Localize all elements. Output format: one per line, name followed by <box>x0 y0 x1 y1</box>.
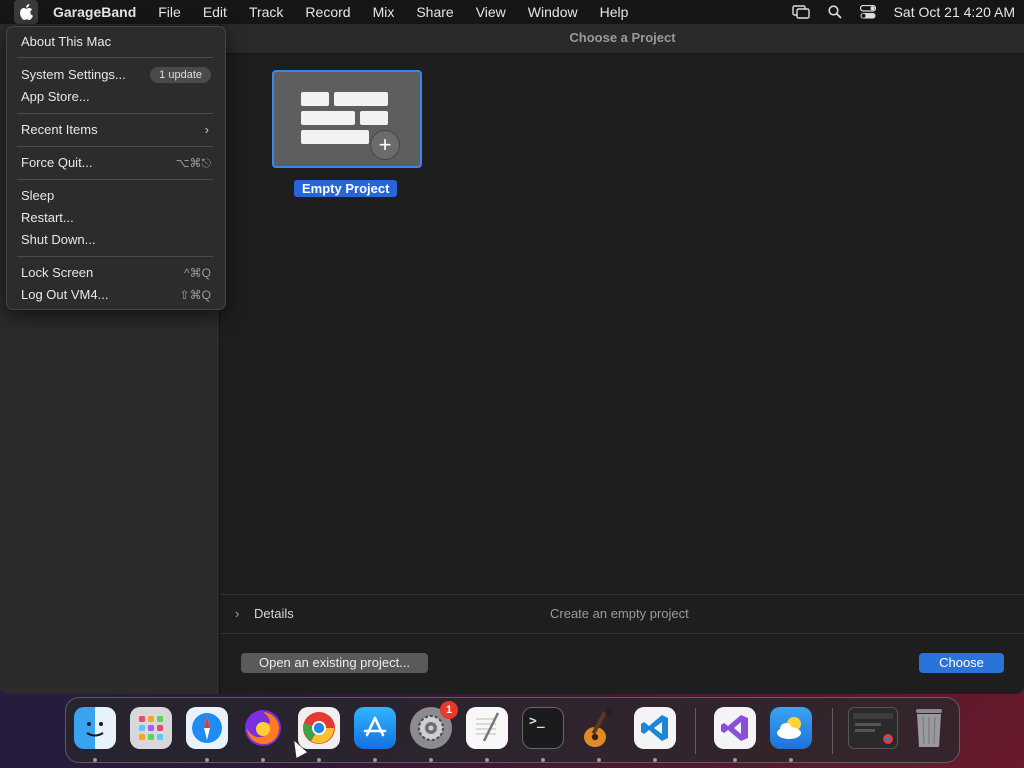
menu-item-about[interactable]: About This Mac <box>21 32 211 52</box>
menu-item-restart[interactable]: Restart... <box>21 208 211 228</box>
minimized-window-icon[interactable] <box>848 707 898 749</box>
project-block-icon <box>360 111 388 125</box>
shortcut-label: ⌥⌘⎋ <box>175 156 211 170</box>
running-indicator <box>733 758 737 762</box>
shortcut-label: ^⌘Q <box>184 266 211 280</box>
apple-menu-dropdown: About This Mac System Settings... 1 upda… <box>6 26 226 310</box>
menu-item-label: Sleep <box>21 188 55 203</box>
weather-icon[interactable] <box>770 707 812 749</box>
template-grid: + Empty Project <box>221 54 1024 594</box>
running-indicator <box>317 758 321 762</box>
garageband-icon[interactable] <box>578 707 620 749</box>
menu-item-lock-screen[interactable]: Lock Screen ^⌘Q <box>21 263 211 283</box>
project-block-icon <box>301 130 369 144</box>
menu-item-label: Restart... <box>21 210 74 225</box>
menubar-clock[interactable]: Sat Oct 21 4:20 AM <box>894 4 1015 20</box>
empty-project-label[interactable]: Empty Project <box>294 180 398 197</box>
details-description: Create an empty project <box>550 606 689 621</box>
menu-item-label: About This Mac <box>21 34 112 49</box>
menu-item-label: Force Quit... <box>21 155 93 170</box>
details-section: › Details Create an empty project <box>221 594 1024 634</box>
menu-item-sleep[interactable]: Sleep <box>21 186 211 206</box>
launchpad-icon[interactable] <box>130 707 172 749</box>
trash-icon[interactable] <box>908 707 950 749</box>
dock-separator <box>695 708 696 754</box>
menu-record[interactable]: Record <box>294 0 361 24</box>
plus-icon: + <box>370 130 400 160</box>
menu-item-label: Shut Down... <box>21 232 96 247</box>
menu-item-log-out[interactable]: Log Out VM4... ⇧⌘Q <box>21 285 211 305</box>
menu-item-system-settings[interactable]: System Settings... 1 update <box>21 65 211 85</box>
dock-separator <box>832 708 833 754</box>
menu-item-label: System Settings... <box>21 67 126 82</box>
menu-separator <box>17 146 213 147</box>
menu-track[interactable]: Track <box>238 0 294 24</box>
menu-item-recent-items[interactable]: Recent Items › <box>21 120 211 140</box>
menu-item-label: Recent Items <box>21 122 98 137</box>
running-indicator <box>541 758 545 762</box>
app-store-icon[interactable] <box>354 707 396 749</box>
menu-app-garageband[interactable]: GarageBand <box>38 0 147 24</box>
menu-share[interactable]: Share <box>405 0 464 24</box>
firefox-icon[interactable] <box>242 707 284 749</box>
menu-separator <box>17 179 213 180</box>
menu-file[interactable]: File <box>147 0 192 24</box>
running-indicator <box>789 758 793 762</box>
menu-edit[interactable]: Edit <box>192 0 238 24</box>
running-indicator <box>205 758 209 762</box>
menubar-status-area: Sat Oct 21 4:20 AM <box>783 0 1024 24</box>
chrome-icon[interactable] <box>298 707 340 749</box>
textedit-icon[interactable] <box>466 707 508 749</box>
details-toggle[interactable]: Details <box>254 606 294 621</box>
menu-bar: GarageBand File Edit Track Record Mix Sh… <box>0 0 1024 24</box>
safari-icon[interactable] <box>186 707 228 749</box>
project-block-icon <box>301 92 329 106</box>
menu-mix[interactable]: Mix <box>362 0 406 24</box>
menu-help[interactable]: Help <box>589 0 640 24</box>
running-indicator <box>93 758 97 762</box>
menu-separator <box>17 57 213 58</box>
spotlight-search-icon[interactable] <box>827 5 842 19</box>
running-indicator <box>261 758 265 762</box>
choose-button[interactable]: Choose <box>919 653 1004 673</box>
open-existing-project-button[interactable]: Open an existing project... <box>241 653 428 673</box>
dock: 1 >_ <box>65 697 960 763</box>
running-indicator <box>373 758 377 762</box>
vscode-icon[interactable] <box>634 707 676 749</box>
update-badge: 1 update <box>150 67 211 83</box>
menu-item-shut-down[interactable]: Shut Down... <box>21 230 211 250</box>
apple-menu-icon[interactable] <box>14 0 38 24</box>
menu-item-label: Log Out VM4... <box>21 287 109 302</box>
menu-item-label: Lock Screen <box>21 265 94 280</box>
chevron-right-icon: › <box>204 122 209 137</box>
menu-view[interactable]: View <box>465 0 517 24</box>
menu-separator <box>17 113 213 114</box>
menu-item-label: App Store... <box>21 89 90 104</box>
shortcut-label: ⇧⌘Q <box>179 288 211 302</box>
visual-studio-icon[interactable] <box>714 707 756 749</box>
menu-separator <box>17 256 213 257</box>
running-indicator <box>653 758 657 762</box>
running-indicator <box>485 758 489 762</box>
finder-icon[interactable] <box>74 707 116 749</box>
project-block-icon <box>334 92 388 106</box>
menu-item-force-quit[interactable]: Force Quit... ⌥⌘⎋ <box>21 153 211 173</box>
project-block-icon <box>301 111 355 125</box>
running-indicator <box>597 758 601 762</box>
control-center-icon[interactable] <box>859 5 876 19</box>
chevron-right-icon[interactable]: › <box>235 606 239 621</box>
empty-project-tile[interactable]: + <box>272 70 422 168</box>
window-title: Choose a Project <box>221 24 1024 54</box>
terminal-icon[interactable]: >_ <box>522 707 564 749</box>
system-settings-icon[interactable]: 1 <box>410 701 458 749</box>
notification-badge: 1 <box>440 701 458 719</box>
menu-item-app-store[interactable]: App Store... <box>21 87 211 107</box>
window-footer: Open an existing project... Choose <box>221 634 1024 694</box>
screen-mirroring-icon[interactable] <box>791 5 810 19</box>
running-indicator <box>429 758 433 762</box>
menu-window[interactable]: Window <box>517 0 589 24</box>
